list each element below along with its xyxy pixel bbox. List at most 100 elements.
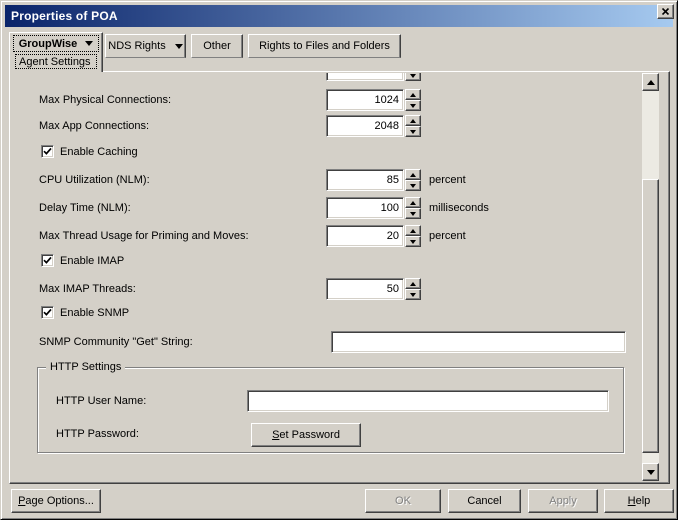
max-physical-connections-spinner: [405, 89, 421, 111]
triangle-up-icon: [410, 118, 416, 123]
spin-down-button[interactable]: [405, 100, 421, 111]
help-mnemonic: H: [627, 495, 636, 507]
enable-snmp-label: Enable SNMP: [60, 307, 130, 319]
properties-dialog: Properties of POA GroupWise Agent Settin…: [0, 0, 678, 520]
checkmark-icon: [43, 308, 52, 316]
triangle-down-icon: [646, 469, 655, 475]
enable-imap-label: Enable IMAP: [60, 255, 125, 267]
http-password-label: HTTP Password:: [56, 428, 139, 440]
http-user-name-input[interactable]: [247, 390, 609, 412]
chevron-down-icon: [174, 43, 183, 49]
max-thread-usage-unit: percent: [429, 230, 466, 242]
spin-down-button[interactable]: [405, 180, 421, 191]
max-app-connections-input[interactable]: [326, 115, 404, 137]
spin-up-button[interactable]: [405, 197, 421, 208]
triangle-down-icon: [410, 292, 416, 297]
cancel-button[interactable]: Cancel: [448, 489, 521, 513]
tab-groupwise[interactable]: GroupWise Agent Settings: [9, 32, 103, 72]
max-imap-threads-label: Max IMAP Threads:: [39, 283, 136, 295]
spin-up-button[interactable]: [405, 225, 421, 236]
tab-groupwise-menu[interactable]: GroupWise: [13, 35, 99, 52]
enable-caching-label: Enable Caching: [60, 146, 138, 158]
close-button[interactable]: [657, 4, 674, 19]
max-physical-connections-label: Max Physical Connections:: [39, 94, 172, 106]
enable-snmp-checkbox[interactable]: [41, 306, 54, 319]
triangle-up-icon: [410, 281, 416, 286]
cancel-button-label: Cancel: [467, 495, 502, 507]
cpu-utilization-spinner: [405, 169, 421, 191]
delay-time-label: Delay Time (NLM):: [39, 202, 131, 214]
help-button[interactable]: Help: [604, 489, 674, 513]
tab-other[interactable]: Other: [191, 34, 243, 58]
apply-button-label: Apply: [549, 495, 577, 507]
spin-down-button[interactable]: [405, 208, 421, 219]
agent-settings-content: Max Physical Connections: Max App Connec…: [10, 73, 642, 481]
checkmark-icon: [43, 256, 52, 264]
triangle-up-icon: [410, 172, 416, 177]
spin-down-button[interactable]: [405, 289, 421, 300]
scroll-up-button[interactable]: [642, 73, 659, 91]
close-icon: [661, 8, 669, 15]
cpu-utilization-unit: percent: [429, 174, 466, 186]
http-settings-group: HTTP Settings HTTP User Name: HTTP Passw…: [37, 361, 624, 453]
max-app-connections-spinner: [405, 115, 421, 137]
cpu-utilization-input[interactable]: [326, 169, 404, 191]
ok-button-label: OK: [395, 495, 411, 507]
triangle-down-icon: [410, 103, 416, 108]
delay-time-unit: milliseconds: [429, 202, 489, 214]
tab-rights-files-folders[interactable]: Rights to Files and Folders: [248, 34, 401, 58]
max-physical-connections-input[interactable]: [326, 89, 404, 111]
tab-groupwise-label: GroupWise: [18, 37, 78, 50]
window-title: Properties of POA: [11, 9, 118, 23]
tab-other-label: Other: [203, 40, 231, 52]
triangle-up-icon: [410, 92, 416, 97]
spin-up-button[interactable]: [405, 89, 421, 100]
page-options-rest: age Options...: [25, 495, 94, 507]
delay-time-input[interactable]: [326, 197, 404, 219]
enable-imap-checkbox[interactable]: [41, 254, 54, 267]
spin-up-button[interactable]: [405, 278, 421, 289]
http-user-name-label: HTTP User Name:: [56, 395, 147, 407]
chevron-down-icon: [85, 41, 94, 46]
spin-down-button[interactable]: [405, 126, 421, 137]
delay-time-spinner: [405, 197, 421, 219]
triangle-down-icon: [410, 129, 416, 134]
spin-down-button[interactable]: [405, 236, 421, 247]
max-thread-usage-input[interactable]: [326, 225, 404, 247]
http-settings-title: HTTP Settings: [46, 361, 126, 373]
triangle-down-icon: [410, 183, 416, 188]
max-thread-usage-spinner: [405, 225, 421, 247]
help-rest: elp: [635, 495, 651, 507]
set-password-button[interactable]: Set Password: [251, 423, 361, 447]
spin-down-button[interactable]: [405, 73, 421, 81]
vertical-scrollbar[interactable]: [642, 73, 659, 481]
tab-nds-rights-label: NDS Rights: [108, 40, 166, 52]
triangle-down-icon: [410, 211, 416, 216]
tab-nds-rights[interactable]: NDS Rights: [105, 34, 186, 58]
scroll-thumb[interactable]: [642, 179, 659, 453]
enable-caching-checkbox[interactable]: [41, 145, 54, 158]
spin-up-button[interactable]: [405, 115, 421, 126]
snmp-get-string-label: SNMP Community "Get" String:: [39, 336, 193, 348]
ok-button[interactable]: OK: [365, 489, 441, 513]
page-options-button[interactable]: Page Options...: [11, 489, 101, 513]
apply-button[interactable]: Apply: [528, 489, 598, 513]
tab-rights-files-folders-label: Rights to Files and Folders: [259, 40, 390, 52]
checkmark-icon: [43, 147, 52, 155]
triangle-down-icon: [410, 239, 416, 244]
triangle-down-icon: [410, 73, 416, 78]
max-imap-threads-input[interactable]: [326, 278, 404, 300]
tab-groupwise-page[interactable]: Agent Settings: [15, 54, 97, 69]
tab-groupwise-page-label: Agent Settings: [19, 55, 91, 68]
scroll-down-button[interactable]: [642, 463, 659, 481]
max-imap-threads-spinner: [405, 278, 421, 300]
snmp-get-string-input[interactable]: [331, 331, 626, 353]
cpu-utilization-label: CPU Utilization (NLM):: [39, 174, 150, 186]
title-bar[interactable]: Properties of POA: [5, 5, 673, 27]
max-thread-usage-label: Max Thread Usage for Priming and Moves:: [39, 230, 249, 242]
triangle-up-icon: [410, 228, 416, 233]
clipped-field[interactable]: [326, 73, 404, 81]
spin-up-button[interactable]: [405, 169, 421, 180]
max-app-connections-label: Max App Connections:: [39, 120, 150, 132]
clipped-field-spinner: [405, 73, 421, 81]
